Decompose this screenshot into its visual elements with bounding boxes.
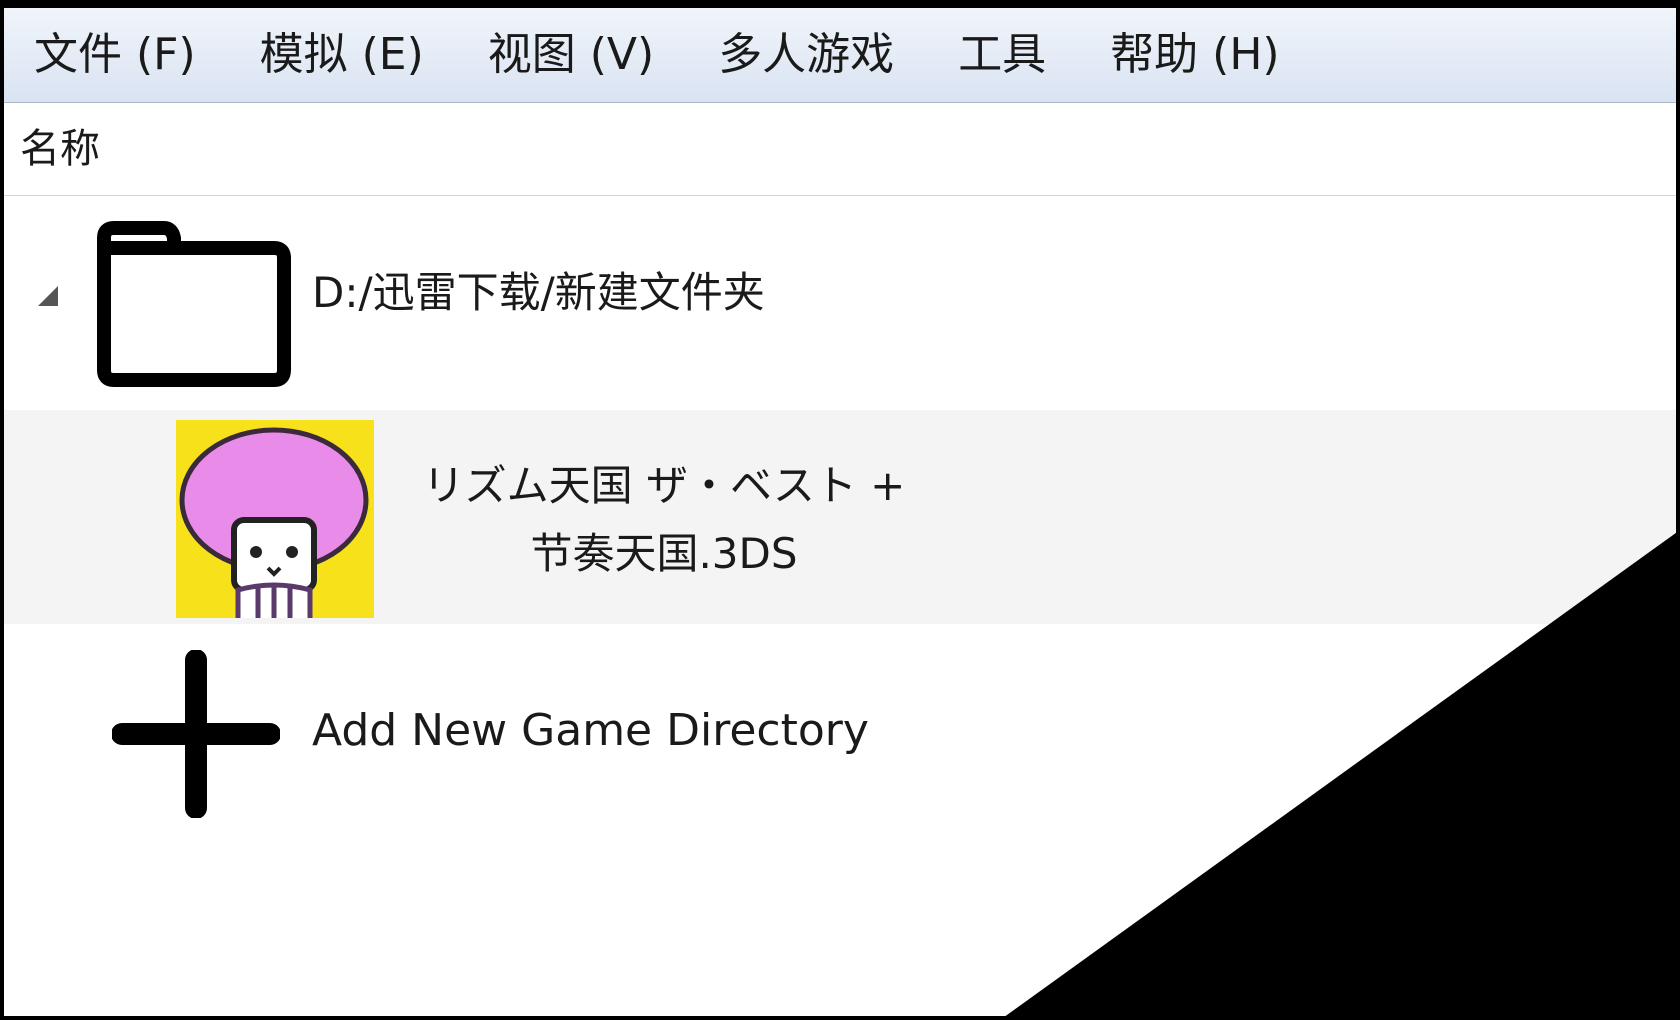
game-list-item[interactable]: リズム天国 ザ・ベスト + 节奏天国.3DS: [4, 410, 1676, 624]
game-title-line2: 节奏天国.3DS: [530, 529, 798, 578]
add-directory-label[interactable]: Add New Game Directory: [312, 686, 869, 776]
plus-icon: [112, 650, 280, 818]
game-list-window: 文件 (F) 模拟 (E) 视图 (V) 多人游戏 工具 帮助 (H) 名称 D…: [4, 8, 1676, 1016]
menu-tools[interactable]: 工具: [926, 8, 1078, 102]
game-cover-icon: [176, 420, 374, 618]
menu-help[interactable]: 帮助 (H): [1078, 8, 1311, 102]
expand-arrow-icon[interactable]: [38, 286, 58, 306]
menu-view[interactable]: 视图 (V): [456, 8, 686, 102]
add-directory-row[interactable]: Add New Game Directory: [4, 638, 1676, 818]
menu-emulation[interactable]: 模拟 (E): [228, 8, 456, 102]
column-header[interactable]: 名称: [4, 103, 1676, 196]
directory-path: D:/迅雷下载/新建文件夹: [312, 268, 765, 317]
menu-bar: 文件 (F) 模拟 (E) 视图 (V) 多人游戏 工具 帮助 (H): [4, 8, 1676, 103]
folder-icon: [97, 221, 291, 387]
game-title-line1: リズム天国 ザ・ベスト +: [422, 461, 906, 510]
menu-file[interactable]: 文件 (F): [4, 8, 228, 102]
game-title: リズム天国 ザ・ベスト + 节奏天国.3DS: [384, 452, 944, 588]
directory-row[interactable]: D:/迅雷下载/新建文件夹: [4, 198, 1676, 398]
name-column-header[interactable]: 名称: [20, 103, 100, 195]
menu-multiplayer[interactable]: 多人游戏: [686, 8, 926, 102]
